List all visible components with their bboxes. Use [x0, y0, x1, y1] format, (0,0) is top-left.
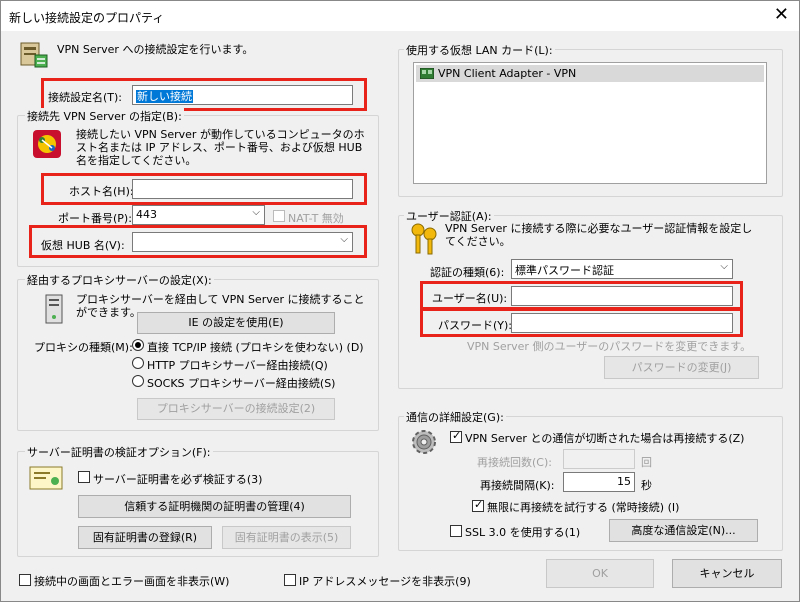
server-icon: [45, 294, 63, 324]
auth-type-select[interactable]: 標準パスワード認証 ⌵: [511, 259, 733, 279]
window-title: 新しい接続設定のプロパティ: [9, 11, 165, 25]
retry-count-label: 再接続回数(C):: [477, 456, 552, 469]
infinite-retry-checkbox[interactable]: [472, 498, 484, 512]
cert-group-title: サーバー証明書の検証オプション(F):: [25, 444, 213, 460]
proxy-direct-label: 直接 TCP/IP 接続 (プロキシを使わない) (D): [147, 341, 364, 354]
keys-icon: [411, 223, 437, 255]
hide-ip-label: IP アドレスメッセージを非表示(9): [299, 575, 471, 588]
list-item[interactable]: VPN Client Adapter - VPN: [416, 65, 764, 82]
change-password-button[interactable]: パスワードの変更(J): [604, 356, 759, 379]
auth-type-label: 認証の種類(6):: [430, 266, 505, 279]
port-label: ポート番号(P):: [58, 212, 132, 225]
cancel-button[interactable]: キャンセル: [672, 559, 782, 588]
natt-disable-checkbox[interactable]: [273, 210, 285, 222]
highlight-password: [420, 308, 743, 337]
auth-description: VPN Server に接続する際に必要なユーザー認証情報を設定してください。: [445, 222, 753, 248]
hide-ip-checkbox[interactable]: [284, 574, 296, 586]
verify-cert-label: サーバー証明書を必ず検証する(3): [93, 473, 263, 486]
proxy-settings-button[interactable]: プロキシサーバーの接続設定(2): [137, 398, 335, 420]
retry-interval-input[interactable]: 15: [563, 472, 635, 492]
highlight-hub: [29, 225, 367, 258]
retry-interval-label: 再接続間隔(K):: [480, 479, 555, 492]
chevron-down-icon: ⌵: [252, 207, 260, 218]
proxy-socks-radio[interactable]: [132, 375, 144, 387]
proxy-type-label: プロキシの種類(M):: [34, 341, 133, 354]
natt-disable-label: NAT-T 無効: [288, 212, 344, 225]
reconnect-label: VPN Server との通信が切断された場合は再接続する(Z): [465, 432, 745, 445]
proxy-direct-radio[interactable]: [132, 339, 144, 351]
hide-screens-label: 接続中の画面とエラー画面を非表示(W): [34, 575, 230, 588]
retry-count-unit: 回: [641, 456, 652, 469]
advanced-group-title: 通信の詳細設定(G):: [404, 409, 506, 425]
nic-group-title: 使用する仮想 LAN カード(L):: [404, 42, 555, 58]
reconnect-checkbox[interactable]: [450, 429, 462, 443]
highlight-username: [420, 281, 743, 310]
show-cert-button[interactable]: 固有証明書の表示(5): [222, 526, 351, 549]
network-icon: [33, 130, 61, 158]
use-ie-settings-button[interactable]: IE の設定を使用(E): [137, 312, 335, 334]
close-icon[interactable]: ✕: [774, 5, 789, 25]
ssl3-label: SSL 3.0 を使用する(1): [465, 526, 581, 539]
proxy-http-radio[interactable]: [132, 357, 144, 369]
network-adapter-icon: [420, 68, 434, 79]
highlight-account-name: [41, 78, 367, 111]
highlight-host: [41, 173, 367, 205]
certificate-icon: [29, 466, 63, 490]
proxy-http-label: HTTP プロキシサーバー経由接続(Q): [147, 359, 328, 372]
password-hint: VPN Server 側のユーザーのパスワードを変更できます。: [467, 340, 752, 353]
infinite-retry-label: 無限に再接続を試行する (常時接続) (I): [487, 501, 680, 514]
gear-icon: [412, 430, 436, 454]
port-select[interactable]: 443 ⌵: [132, 205, 265, 225]
title-bar[interactable]: 新しい接続設定のプロパティ ✕: [1, 1, 799, 31]
retry-interval-unit: 秒: [641, 479, 652, 492]
hide-screens-checkbox[interactable]: [19, 574, 31, 586]
ssl3-checkbox[interactable]: [450, 525, 462, 537]
nic-item-label: VPN Client Adapter - VPN: [438, 67, 577, 80]
retry-count-input[interactable]: [563, 449, 635, 469]
header-description: VPN Server への接続設定を行います。: [57, 43, 254, 56]
chevron-down-icon: ⌵: [720, 261, 728, 272]
proxy-socks-label: SOCKS プロキシサーバー経由接続(S): [147, 377, 336, 390]
proxy-group-title: 経由するプロキシサーバーの設定(X):: [25, 272, 214, 288]
register-cert-button[interactable]: 固有証明書の登録(R): [78, 526, 212, 549]
advanced-settings-button[interactable]: 高度な通信設定(N)...: [609, 519, 758, 542]
verify-cert-checkbox[interactable]: [78, 471, 90, 483]
computer-settings-icon: [20, 42, 48, 68]
nic-list[interactable]: VPN Client Adapter - VPN: [413, 62, 767, 184]
manage-ca-button[interactable]: 信頼する証明機関の証明書の管理(4): [78, 495, 351, 518]
server-description: 接続したい VPN Server が動作しているコンピュータのホスト名または I…: [76, 128, 365, 167]
ok-button[interactable]: OK: [546, 559, 654, 588]
server-group-title: 接続先 VPN Server の指定(B):: [25, 108, 184, 124]
properties-dialog: 新しい接続設定のプロパティ ✕ VPN Server への接続設定を行います。 …: [0, 0, 800, 602]
